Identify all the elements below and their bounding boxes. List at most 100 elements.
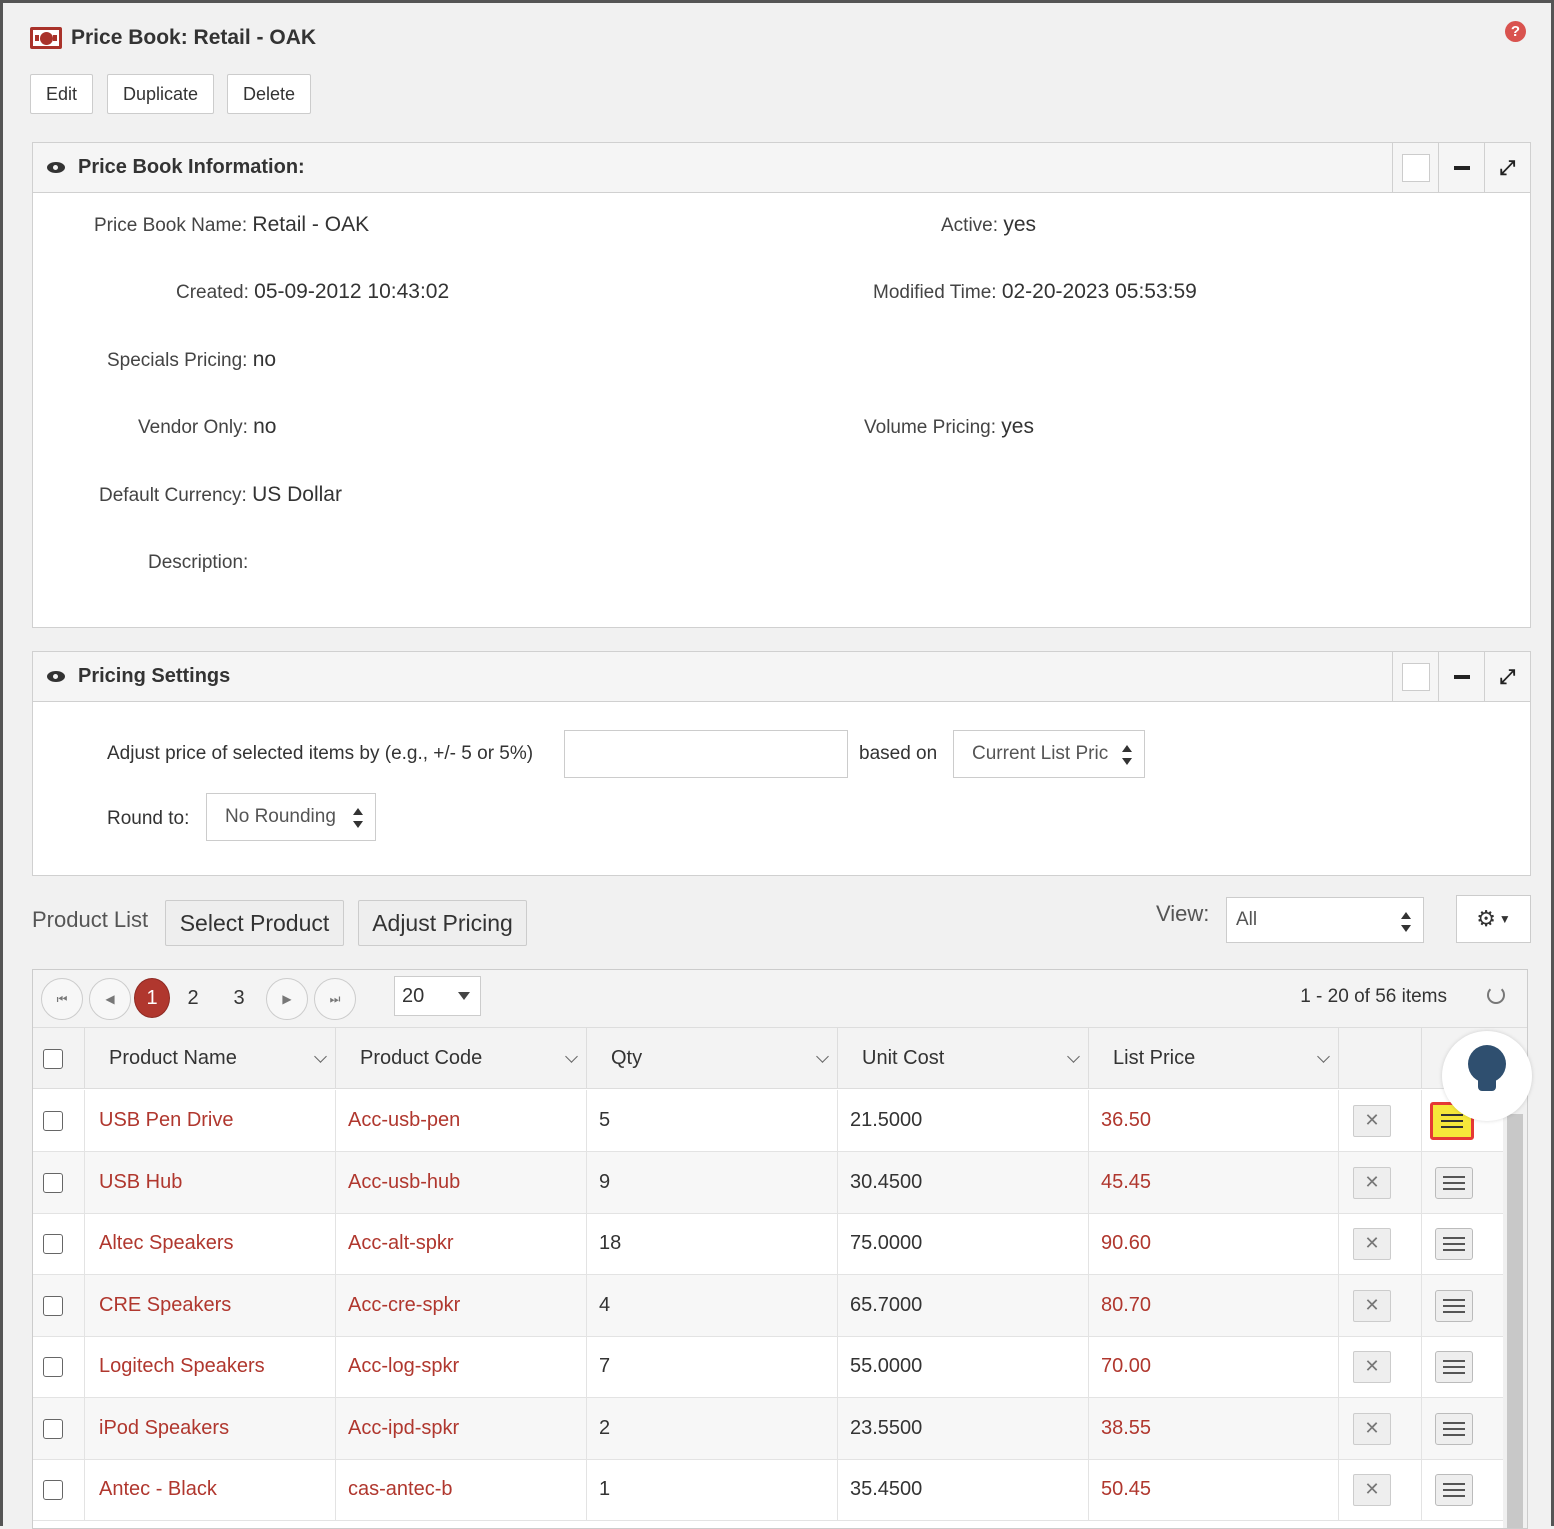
list-price-cell[interactable]: 70.00: [1088, 1336, 1338, 1397]
table-row[interactable]: CRE Speakers Acc-cre-spkr 4 65.7000 80.70 ✕: [33, 1275, 1503, 1337]
remove-row-button[interactable]: ✕: [1353, 1104, 1391, 1137]
product-code-link[interactable]: cas-antec-b: [335, 1459, 586, 1520]
product-code-link[interactable]: Acc-log-spkr: [335, 1336, 586, 1397]
delete-button[interactable]: Delete: [227, 74, 311, 114]
duplicate-button[interactable]: Duplicate: [107, 74, 214, 114]
page-3-button[interactable]: 3: [221, 978, 257, 1018]
row-checkbox[interactable]: [43, 1295, 63, 1316]
row-menu-button[interactable]: [1435, 1473, 1473, 1506]
remove-row-button[interactable]: ✕: [1353, 1350, 1391, 1383]
row-checkbox[interactable]: [43, 1479, 63, 1500]
menu-icon: [1443, 1236, 1465, 1239]
remove-row-button[interactable]: ✕: [1353, 1412, 1391, 1445]
list-price-cell[interactable]: 80.70: [1088, 1275, 1338, 1336]
lightbulb-icon[interactable]: [1442, 1031, 1532, 1121]
eye-icon[interactable]: [47, 162, 65, 173]
adjust-price-input[interactable]: [564, 730, 848, 778]
view-select[interactable]: All: [1226, 897, 1424, 943]
table-row[interactable]: Logitech Speakers Acc-log-spkr 7 55.0000 70.…: [33, 1336, 1503, 1398]
product-code-link[interactable]: Acc-usb-hub: [335, 1152, 586, 1213]
menu-cell: [1421, 1336, 1503, 1397]
product-name-link[interactable]: Altec Speakers: [84, 1213, 335, 1274]
list-price-cell[interactable]: 45.45: [1088, 1152, 1338, 1213]
product-code-link[interactable]: Acc-alt-spkr: [335, 1213, 586, 1274]
list-price-cell[interactable]: 38.55: [1088, 1398, 1338, 1459]
close-icon: ✕: [1364, 1110, 1380, 1130]
page-2-button[interactable]: 2: [175, 978, 211, 1018]
close-icon: ✕: [1364, 1172, 1380, 1192]
help-icon[interactable]: ?: [1505, 21, 1526, 42]
remove-row-button[interactable]: ✕: [1353, 1166, 1391, 1199]
select-product-button[interactable]: Select Product: [165, 900, 344, 946]
product-code-link[interactable]: Acc-cre-spkr: [335, 1275, 586, 1336]
list-price-cell[interactable]: 90.60: [1088, 1213, 1338, 1274]
first-page-button[interactable]: ⏮: [41, 978, 83, 1020]
panel-header: Pricing Settings ⤢: [33, 652, 1530, 702]
eye-icon[interactable]: [47, 671, 65, 682]
table-row[interactable]: Altec Speakers Acc-alt-spkr 18 75.0000 90.60…: [33, 1213, 1503, 1275]
row-menu-button[interactable]: [1435, 1227, 1473, 1260]
product-name-link[interactable]: USB Hub: [84, 1152, 335, 1213]
remove-row-button[interactable]: ✕: [1353, 1227, 1391, 1260]
page-1-button[interactable]: 1: [134, 978, 170, 1018]
column-header-unit-cost[interactable]: Unit Cost: [837, 1028, 1088, 1089]
chevron-down-icon[interactable]: [816, 1050, 829, 1063]
settings-button[interactable]: ⚙ ▼: [1456, 895, 1531, 943]
panel-checkbox[interactable]: [1392, 652, 1438, 701]
panel-checkbox[interactable]: [1392, 143, 1438, 192]
chevron-down-icon[interactable]: [565, 1050, 578, 1063]
minimize-button[interactable]: [1438, 652, 1484, 701]
refresh-icon[interactable]: [1487, 986, 1505, 1004]
chevron-down-icon[interactable]: [1317, 1050, 1330, 1063]
next-page-button[interactable]: ▶: [266, 978, 308, 1020]
minimize-button[interactable]: [1438, 143, 1484, 192]
page-size-select[interactable]: 20: [394, 976, 481, 1016]
round-to-select[interactable]: No Rounding: [206, 793, 376, 841]
scrollbar-thumb[interactable]: [1507, 1114, 1523, 1528]
row-menu-button[interactable]: [1435, 1412, 1473, 1445]
table-row[interactable]: Antec - Black cas-antec-b 1 35.4500 50.45 ✕: [33, 1459, 1503, 1521]
table-row[interactable]: USB Pen Drive Acc-usb-pen 5 21.5000 36.50 ✕: [33, 1090, 1503, 1152]
row-menu-button[interactable]: [1435, 1350, 1473, 1383]
edit-button[interactable]: Edit: [30, 74, 93, 114]
product-name-link[interactable]: USB Pen Drive: [84, 1090, 335, 1151]
next-page-icon: ▶: [282, 992, 292, 1006]
row-checkbox[interactable]: [43, 1418, 63, 1439]
sort-arrows-icon: [1401, 912, 1411, 932]
row-menu-button[interactable]: [1435, 1166, 1473, 1199]
row-checkbox[interactable]: [43, 1110, 63, 1131]
adjust-pricing-button[interactable]: Adjust Pricing: [358, 900, 527, 946]
last-page-button[interactable]: ⏭: [314, 978, 356, 1020]
product-name-link[interactable]: Antec - Black: [84, 1459, 335, 1520]
column-header-qty[interactable]: Qty: [586, 1028, 837, 1089]
table-row[interactable]: iPod Speakers Acc-ipd-spkr 2 23.5500 38.55 ✕: [33, 1398, 1503, 1460]
product-code-link[interactable]: Acc-usb-pen: [335, 1090, 586, 1151]
row-checkbox[interactable]: [43, 1172, 63, 1193]
row-checkbox[interactable]: [43, 1356, 63, 1377]
scrollbar[interactable]: [1503, 1090, 1527, 1528]
chevron-down-icon[interactable]: [314, 1050, 327, 1063]
column-header-product-name[interactable]: Product Name: [84, 1028, 335, 1089]
pager-info: 1 - 20 of 56 items: [1300, 986, 1447, 1007]
product-name-link[interactable]: iPod Speakers: [84, 1398, 335, 1459]
list-price-cell[interactable]: 50.45: [1088, 1459, 1338, 1520]
remove-row-button[interactable]: ✕: [1353, 1473, 1391, 1506]
expand-button[interactable]: ⤢: [1484, 143, 1530, 192]
product-name-link[interactable]: CRE Speakers: [84, 1275, 335, 1336]
remove-row-button[interactable]: ✕: [1353, 1289, 1391, 1322]
chevron-down-icon[interactable]: [1067, 1050, 1080, 1063]
column-header-product-code[interactable]: Product Code: [335, 1028, 586, 1089]
row-menu-button[interactable]: [1435, 1289, 1473, 1322]
row-checkbox[interactable]: [43, 1233, 63, 1254]
based-on-select[interactable]: Current List Pric: [953, 730, 1145, 778]
list-price-cell[interactable]: 36.50: [1088, 1090, 1338, 1151]
column-header-list-price[interactable]: List Price: [1088, 1028, 1338, 1089]
prev-page-button[interactable]: ◀: [89, 978, 131, 1020]
expand-button[interactable]: ⤢: [1484, 652, 1530, 701]
table-row[interactable]: USB Hub Acc-usb-hub 9 30.4500 45.45 ✕: [33, 1152, 1503, 1214]
unit-cost-cell: 55.0000: [837, 1336, 1088, 1397]
product-code-link[interactable]: Acc-ipd-spkr: [335, 1398, 586, 1459]
select-all-checkbox[interactable]: [43, 1048, 63, 1069]
qty-cell: 1: [586, 1459, 837, 1520]
product-name-link[interactable]: Logitech Speakers: [84, 1336, 335, 1397]
